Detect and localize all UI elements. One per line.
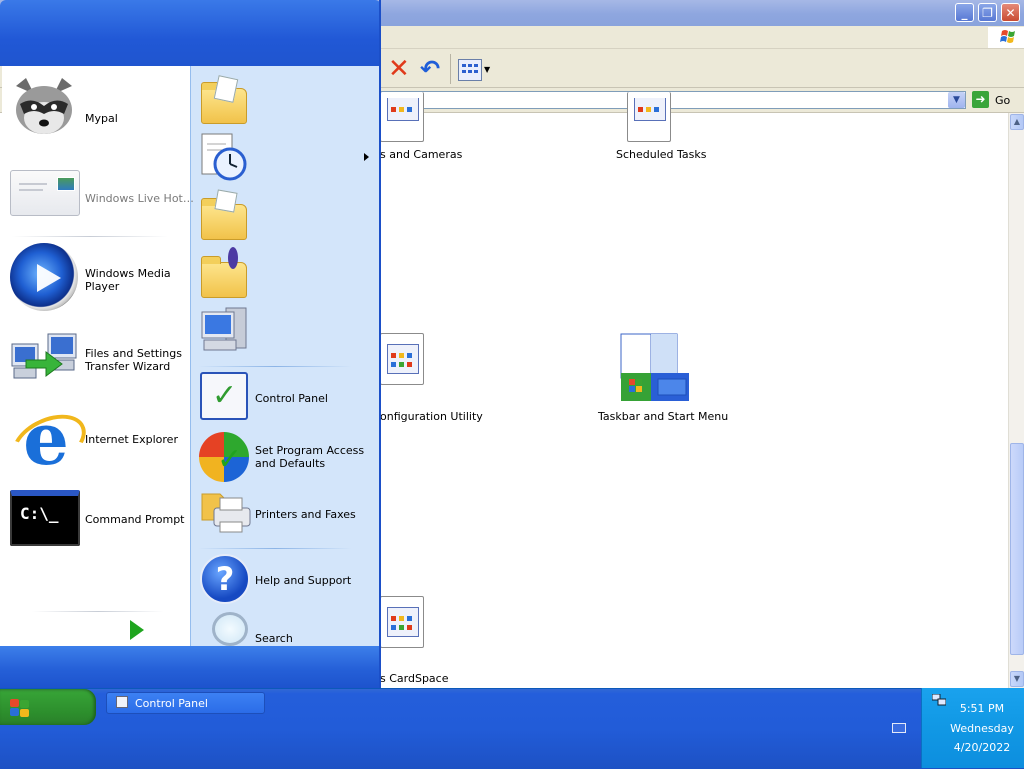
- start-item-windows-media-player[interactable]: Windows Media Player: [85, 267, 185, 293]
- control-panel-icon[interactable]: ✓: [200, 372, 248, 420]
- start-item-search[interactable]: Search: [255, 632, 293, 645]
- start-menu-footer: [0, 646, 381, 688]
- mypal-raccoon-icon[interactable]: [12, 76, 76, 138]
- submenu-arrow-icon: [364, 153, 369, 161]
- clock-day: Wednesday: [950, 722, 1014, 735]
- start-menu-separator: [198, 366, 352, 367]
- files-settings-transfer-icon[interactable]: [10, 330, 78, 386]
- my-documents-folder-icon[interactable]: [201, 75, 247, 124]
- wmp-play-glyph-icon: [37, 264, 61, 292]
- program-access-defaults-icon[interactable]: ✓: [199, 432, 249, 482]
- command-prompt-icon[interactable]: C:\_: [10, 490, 80, 546]
- address-input[interactable]: [380, 91, 966, 109]
- my-music-folder-icon[interactable]: [201, 247, 247, 298]
- undo-icon[interactable]: ↶: [420, 57, 440, 81]
- minimize-button[interactable]: _: [955, 3, 974, 22]
- start-item-printers-faxes[interactable]: Printers and Faxes: [255, 508, 356, 521]
- printers-faxes-icon[interactable]: [200, 490, 252, 536]
- cp-item-label[interactable]: Scheduled Tasks: [616, 148, 707, 161]
- start-item-internet-explorer[interactable]: Internet Explorer: [85, 433, 178, 446]
- scroll-up-icon[interactable]: ▲: [1010, 114, 1024, 130]
- clock-date: 4/20/2022: [953, 741, 1011, 754]
- windows-logo-icon: [988, 27, 1024, 48]
- language-keyboard-icon[interactable]: [892, 723, 906, 733]
- cp-item-label[interactable]: onfiguration Utility: [380, 410, 483, 423]
- cmd-icon-text: C:\_: [20, 504, 59, 523]
- help-support-icon[interactable]: ?: [200, 554, 250, 604]
- cardspace-icon[interactable]: [380, 596, 424, 648]
- address-dropdown-icon[interactable]: ▼: [948, 92, 965, 108]
- my-computer-icon[interactable]: [200, 306, 248, 358]
- views-icon[interactable]: [458, 59, 482, 81]
- start-item-set-program-access[interactable]: Set Program Access and Defaults: [255, 444, 365, 470]
- scanners-cameras-icon[interactable]: [380, 92, 424, 142]
- close-button[interactable]: ✕: [1001, 3, 1020, 22]
- start-menu-edge: [379, 0, 381, 688]
- configuration-utility-icon[interactable]: [380, 333, 424, 385]
- taskbar-start-menu-icon[interactable]: [620, 333, 690, 403]
- maximize-button[interactable]: ❐: [978, 3, 997, 22]
- cp-item-label[interactable]: Taskbar and Start Menu: [598, 410, 728, 423]
- cp-item-label[interactable]: s and Cameras: [380, 148, 462, 161]
- vertical-scrollbar[interactable]: ▲ ▼: [1008, 113, 1024, 688]
- start-item-windows-live-hotmail[interactable]: Windows Live Hot…: [85, 192, 194, 205]
- start-menu-separator: [32, 611, 164, 612]
- clock-time[interactable]: 5:51 PM: [932, 702, 1024, 715]
- start-item-command-prompt[interactable]: Command Prompt: [85, 513, 185, 526]
- toolbar-separator: [450, 54, 451, 84]
- start-item-files-settings-transfer-wizard[interactable]: Files and Settings Transfer Wizard: [85, 347, 185, 373]
- go-arrow-icon[interactable]: ➜: [972, 91, 989, 108]
- start-windows-flag-icon: [10, 699, 30, 717]
- windows-live-hotmail-icon[interactable]: [10, 170, 80, 216]
- cp-item-label[interactable]: s CardSpace: [380, 672, 448, 685]
- scheduled-tasks-icon[interactable]: [627, 92, 671, 142]
- start-menu-separator: [198, 548, 352, 549]
- search-icon[interactable]: [212, 612, 248, 646]
- go-button-label[interactable]: Go: [995, 94, 1010, 107]
- delete-icon[interactable]: ✕: [388, 56, 410, 82]
- start-menu-header: [0, 0, 381, 66]
- start-item-mypal[interactable]: Mypal: [85, 112, 118, 125]
- my-recent-documents-icon[interactable]: [200, 132, 250, 182]
- my-pictures-folder-icon[interactable]: [201, 189, 247, 240]
- start-menu-separator: [12, 236, 168, 237]
- start-item-help-support[interactable]: Help and Support: [255, 574, 351, 587]
- scroll-thumb[interactable]: [1010, 443, 1024, 655]
- views-dropdown-arrow-icon[interactable]: ▼: [484, 65, 490, 74]
- start-item-control-panel[interactable]: Control Panel: [255, 392, 328, 405]
- all-programs-arrow-icon[interactable]: [130, 620, 144, 640]
- control-panel-task-icon: [116, 696, 128, 708]
- taskbar-button-label: Control Panel: [135, 697, 208, 710]
- scroll-down-icon[interactable]: ▼: [1010, 671, 1024, 687]
